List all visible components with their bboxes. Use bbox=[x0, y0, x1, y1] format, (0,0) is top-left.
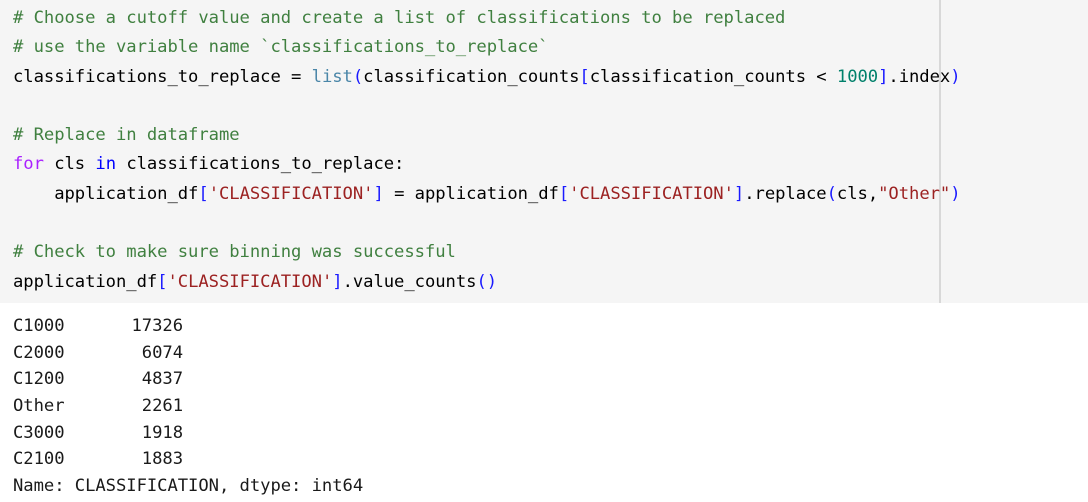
notebook-cell-screenshot: # Choose a cutoff value and create a lis… bbox=[0, 0, 1088, 502]
cell-output-area: C1000 17326 C2000 6074 C1200 4837 Other 2261 C30… bbox=[0, 303, 1088, 502]
code-input-cell[interactable]: # Choose a cutoff value and create a lis… bbox=[0, 0, 1088, 303]
code-line: # Check to make sure binning was success… bbox=[13, 238, 961, 267]
output-row-value: 1918 bbox=[141, 422, 183, 443]
code-token-plain: application_df bbox=[13, 183, 199, 204]
code-token-plain: classifications_to_replace: bbox=[116, 154, 405, 175]
output-row-label: C1000 bbox=[13, 316, 65, 336]
code-line: # use the variable name `classifications… bbox=[13, 33, 961, 62]
output-row-label: Other bbox=[13, 396, 65, 417]
output-row: C2000 6074 bbox=[13, 340, 363, 367]
output-row-label: C1200 bbox=[13, 369, 65, 390]
code-token-builtin: list bbox=[311, 66, 353, 87]
output-row-value: 17326 bbox=[131, 316, 184, 336]
code-token-plain: classifications_to_replace = bbox=[13, 66, 312, 87]
code-token-number: 1000 bbox=[836, 66, 879, 87]
output-row: C1000 17326 bbox=[13, 313, 363, 340]
code-token-paren: ] bbox=[878, 66, 889, 87]
code-line: classifications_to_replace = list(classi… bbox=[13, 63, 961, 92]
output-row: C1200 4837 bbox=[13, 366, 363, 393]
code-token-paren: ( bbox=[352, 66, 364, 87]
code-token-paren: ] bbox=[373, 183, 384, 204]
code-token-plain: .index bbox=[888, 66, 951, 87]
code-token-string: "Other" bbox=[878, 183, 951, 204]
code-token-paren: [ bbox=[157, 271, 168, 292]
output-row: C3000 1918 bbox=[13, 420, 363, 447]
code-token-paren: ) bbox=[950, 66, 961, 87]
output-row-value: 4837 bbox=[141, 369, 183, 390]
code-token-paren: ( bbox=[476, 271, 487, 292]
code-token-plain: = application_df bbox=[383, 183, 559, 204]
code-token-paren: ] bbox=[733, 183, 745, 204]
code-token-plain: application_df bbox=[13, 271, 158, 292]
output-row-label: C3000 bbox=[13, 422, 65, 443]
output-row-value: 2261 bbox=[141, 396, 183, 417]
code-token-paren: ( bbox=[826, 183, 837, 204]
code-token-plain: cls, bbox=[836, 183, 879, 204]
code-token-plain: classification_counts bbox=[363, 66, 580, 87]
code-line: application_df['CLASSIFICATION'].value_c… bbox=[13, 268, 961, 297]
code-token-paren: ) bbox=[486, 271, 498, 292]
code-token-paren: ] bbox=[332, 271, 343, 292]
code-token-comment: # Choose a cutoff value and create a lis… bbox=[13, 8, 786, 28]
code-token-keyword2: in bbox=[95, 154, 117, 175]
code-token-keyword: for bbox=[13, 154, 44, 175]
output-row-value: 1883 bbox=[141, 449, 183, 470]
code-token-plain: classification_counts < bbox=[589, 66, 837, 87]
code-token-string: 'CLASSIFICATION' bbox=[569, 183, 734, 204]
code-token-paren: ) bbox=[950, 183, 961, 204]
code-line: application_df['CLASSIFICATION'] = appli… bbox=[13, 180, 961, 209]
output-row-label: C2100 bbox=[13, 449, 65, 470]
output-row: C2100 1883 bbox=[13, 446, 363, 473]
code-token-comment: # use the variable name `classifications… bbox=[13, 37, 549, 58]
code-token-comment: # Replace in dataframe bbox=[13, 125, 240, 146]
code-token-plain: cls bbox=[43, 154, 96, 175]
code-token-comment: # Check to make sure binning was success… bbox=[13, 242, 456, 263]
code-line: # Replace in dataframe bbox=[13, 121, 961, 150]
code-token-paren: [ bbox=[198, 183, 209, 204]
output-stream-text: C1000 17326 C2000 6074 C1200 4837 Other 2261 C30… bbox=[13, 313, 363, 500]
code-token-string: 'CLASSIFICATION' bbox=[167, 271, 333, 292]
output-row-value: 6074 bbox=[141, 342, 183, 363]
output-summary-line: Name: CLASSIFICATION, dtype: int64 bbox=[13, 476, 364, 497]
code-token-paren: [ bbox=[558, 183, 570, 204]
output-row: Other 2261 bbox=[13, 393, 363, 420]
output-row-label: C2000 bbox=[13, 342, 65, 363]
code-token-paren: [ bbox=[579, 66, 590, 87]
code-editor-text[interactable]: # Choose a cutoff value and create a lis… bbox=[13, 4, 961, 297]
code-token-plain: .replace bbox=[744, 183, 827, 204]
code-token-plain: .value_counts bbox=[342, 271, 477, 292]
code-line: # Choose a cutoff value and create a lis… bbox=[13, 4, 961, 33]
code-token-string: 'CLASSIFICATION' bbox=[208, 183, 374, 204]
code-line: for cls in classifications_to_replace: bbox=[13, 150, 961, 179]
